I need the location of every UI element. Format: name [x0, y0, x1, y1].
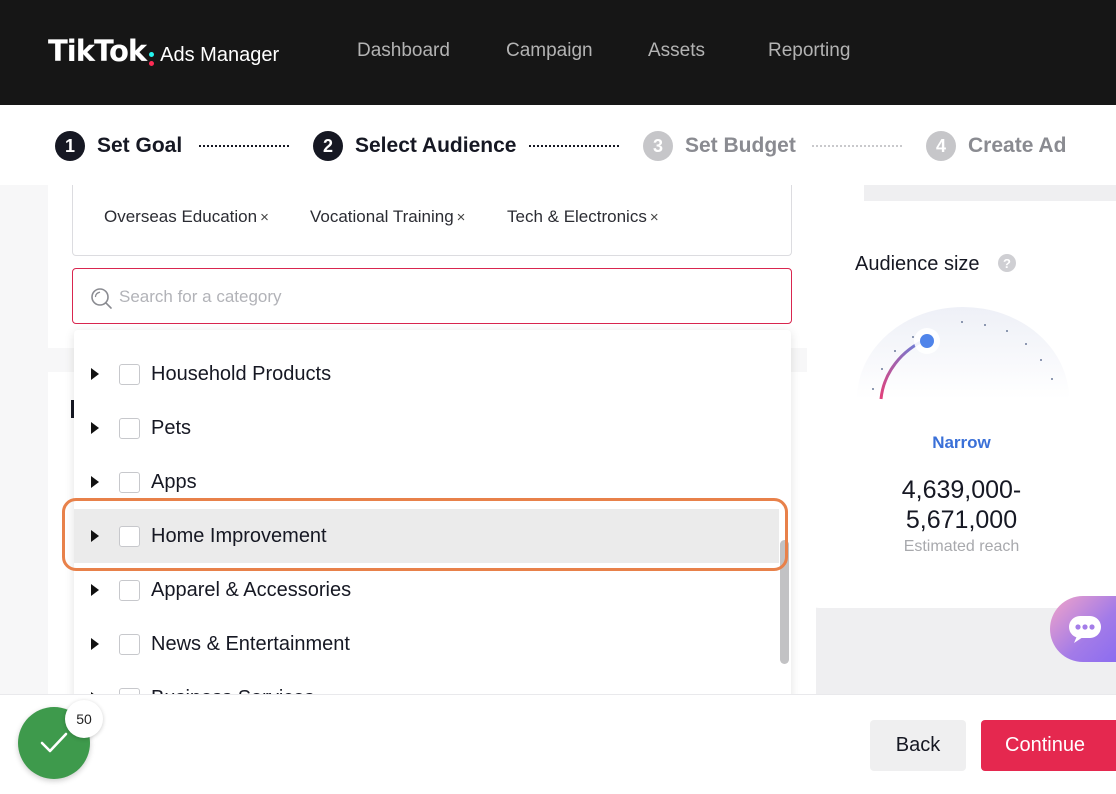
chat-support-button[interactable] — [1050, 596, 1116, 662]
chat-icon — [1069, 616, 1101, 643]
audience-level: Narrow — [932, 433, 991, 452]
list-item-apps[interactable]: Apps — [74, 455, 779, 509]
progress-count-badge: 50 — [65, 700, 103, 738]
list-item-home-improvement[interactable]: Home Improvement — [74, 509, 779, 563]
category-checkbox[interactable] — [119, 525, 140, 547]
remove-tag-icon[interactable]: × — [260, 209, 269, 226]
expand-arrow-icon[interactable] — [91, 638, 99, 650]
category-label: Home Improvement — [151, 524, 327, 547]
category-label: Household Products — [151, 362, 332, 385]
step-set-goal[interactable]: 1 Set Goal — [55, 131, 182, 161]
expand-arrow-icon[interactable] — [91, 368, 99, 380]
tag-vocational-training: Vocational Training × — [310, 207, 465, 227]
step-label: Set Budget — [685, 134, 796, 157]
nav-campaign[interactable]: Campaign — [506, 40, 593, 62]
logo-wordmark: TikTok — [48, 34, 147, 68]
step-select-audience[interactable]: 2 Select Audience — [313, 131, 516, 161]
step-connector — [529, 145, 619, 147]
category-checkbox[interactable] — [119, 471, 140, 493]
category-checkbox[interactable] — [119, 417, 140, 439]
list-item-news-entertainment[interactable]: News & Entertainment — [74, 617, 779, 671]
nav-dashboard[interactable]: Dashboard — [357, 40, 450, 62]
step-create-ad: 4 Create Ad — [926, 131, 1066, 161]
step-label: Set Goal — [97, 134, 183, 157]
step-set-budget: 3 Set Budget — [643, 131, 796, 161]
category-search-box[interactable] — [72, 268, 792, 324]
dropdown-scrollbar-track[interactable] — [777, 330, 791, 743]
help-icon[interactable]: ? — [998, 254, 1016, 272]
tiktok-ads-manager-logo[interactable]: TikTok Ads Manager — [48, 34, 279, 70]
step-number: 2 — [313, 131, 343, 161]
step-number: 3 — [643, 131, 673, 161]
tag-label: Overseas Education — [104, 207, 258, 226]
tag-label: Tech & Electronics — [507, 207, 647, 226]
continue-button[interactable]: Continue — [981, 720, 1116, 771]
step-connector — [812, 145, 902, 147]
logo-colon-icon — [149, 52, 155, 66]
step-label: Select Audience — [355, 134, 517, 157]
search-icon — [91, 288, 112, 309]
selected-categories-box: Overseas Education × Vocational Training… — [72, 185, 792, 256]
step-number: 4 — [926, 131, 956, 161]
audience-estimate-line2: 5,671,000 — [905, 506, 1018, 534]
expand-arrow-icon[interactable] — [91, 476, 99, 488]
expand-arrow-icon[interactable] — [91, 584, 99, 596]
gauge-background — [857, 307, 1069, 399]
list-item-apparel-accessories[interactable]: Apparel & Accessories — [74, 563, 779, 617]
category-label: Apps — [151, 470, 197, 493]
category-label: Pets — [151, 416, 192, 439]
category-checkbox[interactable] — [119, 633, 140, 655]
audience-size-title: Audience size — [855, 253, 980, 275]
estimated-reach-label: Estimated reach — [903, 538, 1020, 555]
top-navigation-bar: TikTok Ads Manager Dashboard Campaign As… — [0, 0, 1116, 105]
step-label: Create Ad — [968, 134, 1067, 157]
category-label: Apparel & Accessories — [151, 578, 352, 601]
category-label: News & Entertainment — [151, 632, 350, 655]
back-button[interactable]: Back — [870, 720, 966, 771]
logo-subtitle: Ads Manager — [160, 44, 280, 66]
gauge-knob — [920, 334, 934, 348]
remove-tag-icon[interactable]: × — [650, 209, 659, 226]
nav-reporting[interactable]: Reporting — [768, 40, 850, 62]
category-dropdown: Household Products Pets Apps Home Improv… — [74, 330, 791, 743]
tag-overseas-education: Overseas Education × — [104, 207, 269, 227]
audience-estimate: 4,639,000- 5,671,000 — [807, 475, 1116, 535]
checkmark-icon — [40, 732, 68, 753]
dropdown-scrollbar-thumb[interactable] — [780, 540, 789, 664]
tag-tech-electronics: Tech & Electronics × — [507, 207, 659, 227]
progress-steps: 1 Set Goal 2 Select Audience 3 Set Budge… — [0, 105, 1116, 185]
audience-size-card: Audience size ? Narrow 4,639,000- 5,671,… — [807, 201, 1116, 608]
tag-label: Vocational Training — [310, 207, 454, 226]
step-number: 1 — [55, 131, 85, 161]
list-item-household-products[interactable]: Household Products — [74, 347, 779, 401]
search-input[interactable] — [119, 282, 759, 312]
expand-arrow-icon[interactable] — [91, 530, 99, 542]
remove-tag-icon[interactable]: × — [457, 209, 466, 226]
audience-estimate-line1: 4,639,000- — [901, 476, 1022, 504]
audience-gauge — [857, 307, 1069, 400]
list-item-pets[interactable]: Pets — [74, 401, 779, 455]
category-checkbox[interactable] — [119, 363, 140, 385]
expand-arrow-icon[interactable] — [91, 422, 99, 434]
nav-assets[interactable]: Assets — [648, 40, 705, 62]
step-connector — [199, 145, 289, 147]
category-checkbox[interactable] — [119, 579, 140, 601]
